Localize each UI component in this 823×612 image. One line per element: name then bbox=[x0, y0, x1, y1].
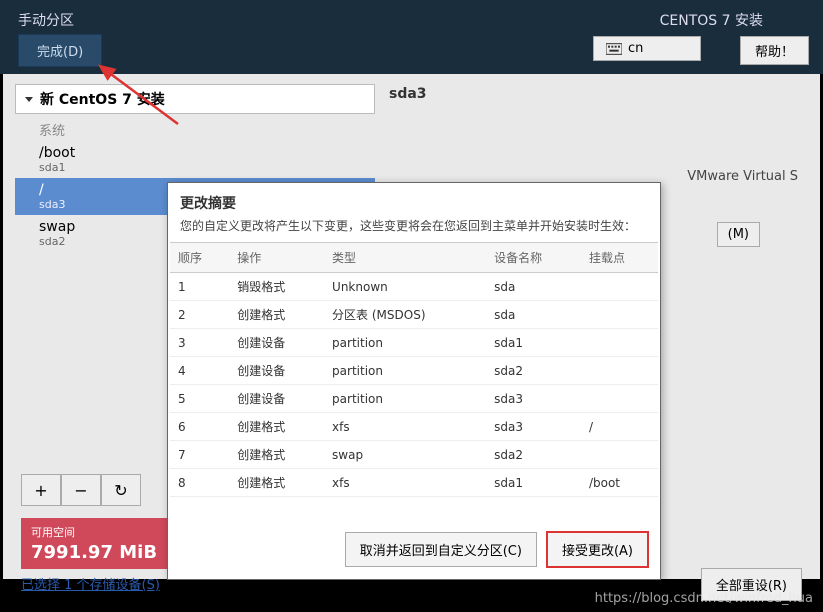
cell-action: 创建格式 bbox=[229, 441, 324, 469]
cell-type: partition bbox=[324, 385, 486, 413]
dialog-title: 更改摘要 bbox=[168, 183, 660, 217]
dialog-description: 您的自定义更改将产生以下变更，这些变更将会在您返回到主菜单并开始安装时生效： bbox=[168, 217, 660, 242]
cell-type: partition bbox=[324, 329, 486, 357]
cell-mount bbox=[581, 329, 658, 357]
cell-type: 分区表 (MSDOS) bbox=[324, 301, 486, 329]
cell-action: 销毁格式 bbox=[229, 273, 324, 301]
cell-action: 创建设备 bbox=[229, 329, 324, 357]
changes-table: 顺序 操作 类型 设备名称 挂载点 1销毁格式Unknownsda2创建格式分区… bbox=[170, 242, 658, 497]
cell-order: 8 bbox=[170, 469, 229, 497]
cell-mount bbox=[581, 357, 658, 385]
cell-order: 3 bbox=[170, 329, 229, 357]
cell-device: sda3 bbox=[486, 385, 581, 413]
done-button[interactable]: 完成(D) bbox=[18, 34, 102, 67]
cell-mount: /boot bbox=[581, 469, 658, 497]
installer-title: CENTOS 7 安装 bbox=[660, 10, 763, 30]
keyboard-layout-label: cn bbox=[628, 41, 643, 56]
help-button[interactable]: 帮助！ bbox=[740, 36, 809, 65]
col-mount: 挂载点 bbox=[581, 243, 658, 273]
watermark-text: https://blog.csdn.net/winfred_hua bbox=[595, 591, 813, 606]
cell-mount bbox=[581, 441, 658, 469]
cell-action: 创建格式 bbox=[229, 301, 324, 329]
changes-summary-dialog: 更改摘要 您的自定义更改将产生以下变更，这些变更将会在您返回到主菜单并开始安装时… bbox=[167, 182, 661, 580]
cell-order: 5 bbox=[170, 385, 229, 413]
cancel-button[interactable]: 取消并返回到自定义分区(C) bbox=[345, 532, 537, 567]
table-row[interactable]: 4创建设备partitionsda2 bbox=[170, 357, 658, 385]
cell-device: sda bbox=[486, 273, 581, 301]
keyboard-icon bbox=[606, 43, 622, 55]
cell-device: sda2 bbox=[486, 441, 581, 469]
col-device: 设备名称 bbox=[486, 243, 581, 273]
page-title: 手动分区 bbox=[18, 10, 74, 30]
cell-type: partition bbox=[324, 357, 486, 385]
table-row[interactable]: 3创建设备partitionsda1 bbox=[170, 329, 658, 357]
col-order: 顺序 bbox=[170, 243, 229, 273]
cell-order: 4 bbox=[170, 357, 229, 385]
cell-order: 7 bbox=[170, 441, 229, 469]
table-row[interactable]: 5创建设备partitionsda3 bbox=[170, 385, 658, 413]
cell-type: Unknown bbox=[324, 273, 486, 301]
cell-type: xfs bbox=[324, 469, 486, 497]
cell-mount bbox=[581, 273, 658, 301]
table-row[interactable]: 2创建格式分区表 (MSDOS)sda bbox=[170, 301, 658, 329]
cell-action: 创建设备 bbox=[229, 357, 324, 385]
keyboard-indicator[interactable]: cn bbox=[593, 36, 701, 61]
cell-device: sda bbox=[486, 301, 581, 329]
cell-order: 6 bbox=[170, 413, 229, 441]
table-row[interactable]: 8创建格式xfssda1/boot bbox=[170, 469, 658, 497]
cell-device: sda1 bbox=[486, 469, 581, 497]
cell-device: sda1 bbox=[486, 329, 581, 357]
col-action: 操作 bbox=[229, 243, 324, 273]
cell-order: 2 bbox=[170, 301, 229, 329]
cell-device: sda2 bbox=[486, 357, 581, 385]
cell-action: 创建格式 bbox=[229, 469, 324, 497]
table-row[interactable]: 6创建格式xfssda3/ bbox=[170, 413, 658, 441]
cell-mount: / bbox=[581, 413, 658, 441]
table-row[interactable]: 7创建格式swapsda2 bbox=[170, 441, 658, 469]
cell-order: 1 bbox=[170, 273, 229, 301]
cell-mount bbox=[581, 301, 658, 329]
table-row[interactable]: 1销毁格式Unknownsda bbox=[170, 273, 658, 301]
cell-device: sda3 bbox=[486, 413, 581, 441]
cell-type: xfs bbox=[324, 413, 486, 441]
cell-action: 创建设备 bbox=[229, 385, 324, 413]
cell-action: 创建格式 bbox=[229, 413, 324, 441]
col-type: 类型 bbox=[324, 243, 486, 273]
cell-mount bbox=[581, 385, 658, 413]
cell-type: swap bbox=[324, 441, 486, 469]
accept-changes-button[interactable]: 接受更改(A) bbox=[547, 532, 648, 567]
